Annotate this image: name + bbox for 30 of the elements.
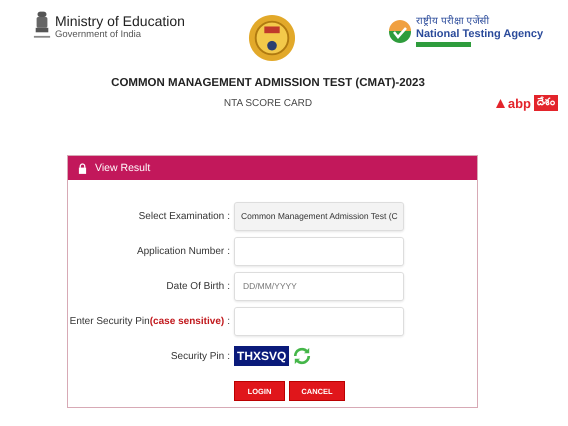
input-field[interactable] bbox=[234, 306, 404, 336]
field-label: Date Of Birth bbox=[166, 280, 224, 292]
colon: : bbox=[227, 350, 230, 362]
agency-name: National Testing Agency bbox=[416, 28, 544, 40]
score-card-title: NTA SCORE CARD bbox=[224, 98, 312, 109]
lock-icon bbox=[78, 162, 87, 174]
captcha-image: THXSVQ bbox=[234, 346, 290, 366]
checkmark-logo-icon bbox=[388, 20, 412, 44]
case-sensitive-note: (case sensitive) bbox=[150, 316, 224, 326]
input-field[interactable] bbox=[234, 236, 404, 266]
government-name: Government of India bbox=[55, 28, 142, 40]
colon: : bbox=[227, 246, 230, 256]
examination-select[interactable]: Common Management Admission Test (C bbox=[234, 202, 404, 230]
field-label: Security Pin bbox=[170, 350, 224, 362]
colon: : bbox=[227, 316, 230, 326]
field-label: Select Examination bbox=[138, 210, 224, 222]
field-label: Application Number bbox=[136, 246, 224, 256]
ministry-name: Ministry of Education bbox=[55, 12, 185, 28]
input-field[interactable]: DD/MM/YYYY bbox=[234, 272, 404, 300]
agency-hindi-name: राष्ट्रीय परीक्षा एजेंसी bbox=[416, 16, 491, 28]
colon: : bbox=[227, 280, 230, 292]
triangle-icon bbox=[496, 98, 505, 108]
field-label: Enter Security Pin bbox=[70, 316, 150, 326]
tagline-bar bbox=[416, 42, 471, 47]
exam-title: COMMON MANAGEMENT ADMISSION TEST (CMAT)-2023 bbox=[110, 77, 426, 89]
refresh-icon[interactable] bbox=[293, 347, 312, 365]
panel-title: View Result bbox=[95, 162, 150, 174]
brand-badge: దేశం bbox=[534, 95, 558, 111]
colon: : bbox=[227, 210, 230, 222]
brand-name: abp bbox=[508, 96, 531, 110]
